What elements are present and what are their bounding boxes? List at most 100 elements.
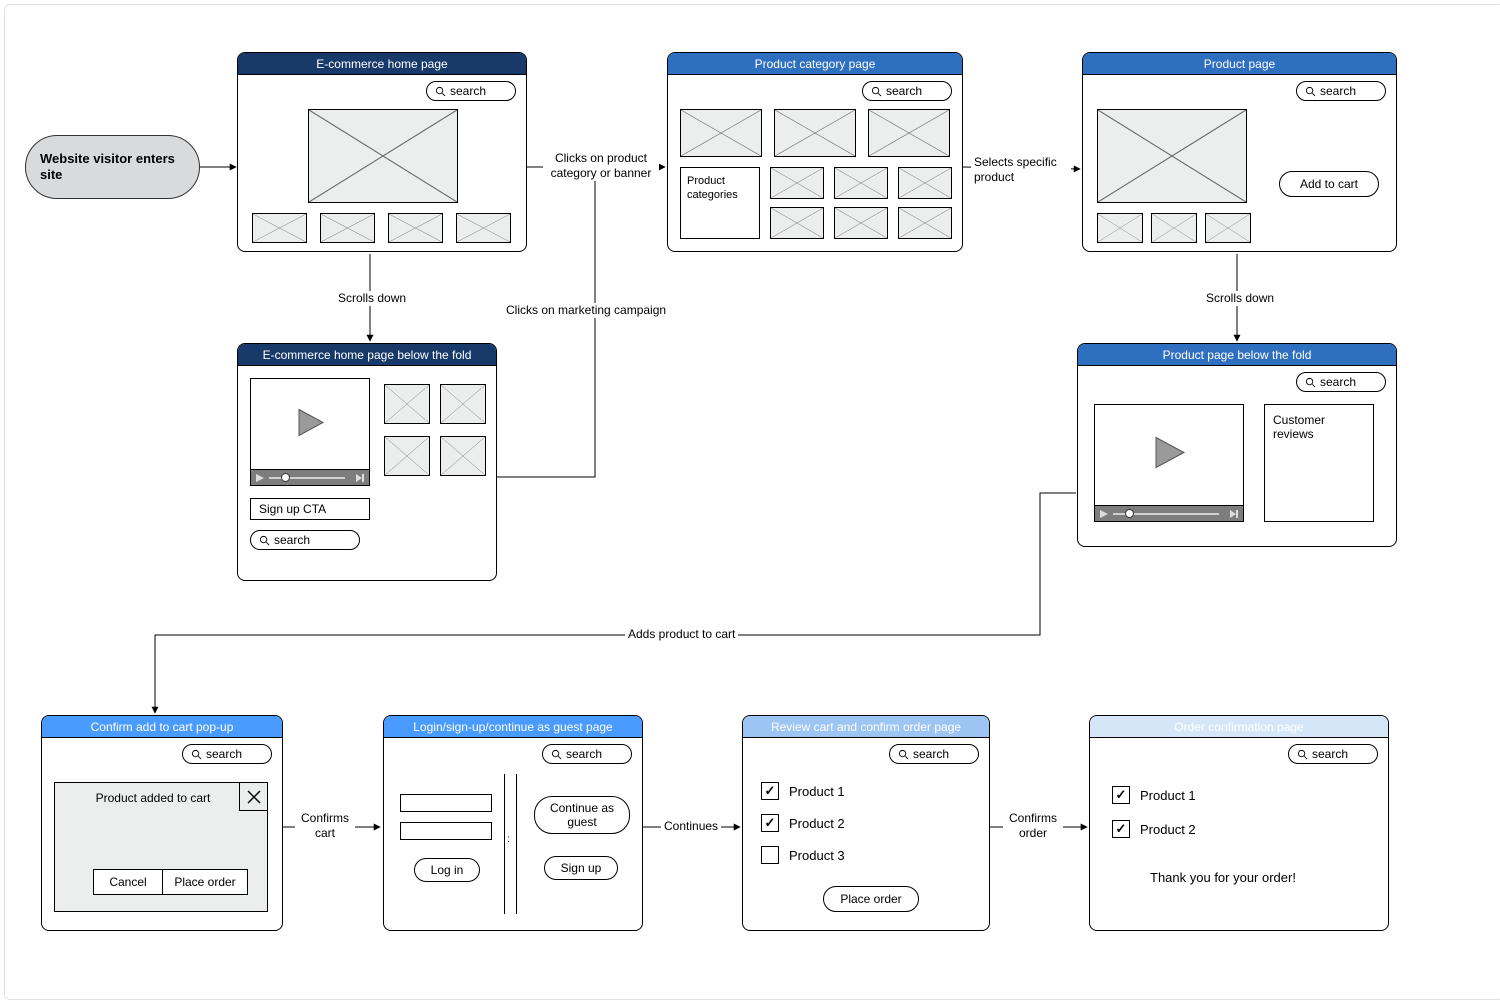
edge-label: Scrolls down xyxy=(335,291,409,306)
thumb xyxy=(868,109,950,157)
checkbox[interactable]: ✓ xyxy=(761,814,779,832)
review-item: Product 3 xyxy=(761,846,845,864)
thumb xyxy=(388,213,443,243)
username-field[interactable] xyxy=(400,794,492,812)
thumb xyxy=(252,213,307,243)
search-label: search xyxy=(886,84,922,98)
search-label: search xyxy=(1320,84,1356,98)
start-label: Website visitor enters site xyxy=(40,151,185,184)
search-field[interactable]: search xyxy=(889,744,979,764)
review-item: ✓ Product 2 xyxy=(761,814,845,832)
thumb xyxy=(770,167,824,199)
search-field[interactable]: search xyxy=(1296,372,1386,392)
frame-login: Login/sign-up/continue as guest page sea… xyxy=(383,715,643,931)
frame-product: Product page search Add to cart xyxy=(1082,52,1397,252)
search-icon xyxy=(1305,86,1316,97)
frame-home-below: E-commerce home page below the fold Sign… xyxy=(237,343,497,581)
video-player[interactable] xyxy=(250,378,370,486)
thumb xyxy=(1205,213,1251,243)
thumb xyxy=(770,207,824,239)
continue-guest-button[interactable]: Continue as guest xyxy=(534,796,630,834)
edge-label: Continues xyxy=(661,819,721,834)
search-icon xyxy=(191,749,202,760)
search-icon xyxy=(259,535,270,546)
start-node: Website visitor enters site xyxy=(25,135,200,199)
search-label: search xyxy=(206,747,242,761)
search-icon xyxy=(871,86,882,97)
edge-label: Clicks on product category or banner xyxy=(543,151,659,181)
edge-label: Selects specific product xyxy=(971,155,1071,185)
popup-text: Product added to cart xyxy=(93,791,213,805)
frame-title: Product category page xyxy=(668,53,962,75)
thumb xyxy=(834,207,888,239)
thumb xyxy=(774,109,856,157)
popup: Product added to cart Cancel Place order xyxy=(54,782,268,912)
login-button[interactable]: Log in xyxy=(414,858,480,882)
search-field[interactable]: search xyxy=(862,81,952,101)
thumb xyxy=(440,436,486,476)
place-order-button[interactable]: Place order xyxy=(823,886,919,912)
frame-title: Review cart and confirm order page xyxy=(743,716,989,738)
search-icon xyxy=(1297,749,1308,760)
search-label: search xyxy=(1320,375,1356,389)
thumb xyxy=(898,167,952,199)
frame-title: Login/sign-up/continue as guest page xyxy=(384,716,642,738)
checkbox[interactable]: ✓ xyxy=(761,782,779,800)
cancel-button[interactable]: Cancel xyxy=(93,869,163,895)
checkbox[interactable] xyxy=(761,846,779,864)
video-player[interactable] xyxy=(1094,404,1244,522)
checkbox-icon: ✓ xyxy=(1112,786,1130,804)
signup-cta[interactable]: Sign up CTA xyxy=(250,498,370,520)
play-icon xyxy=(1150,433,1188,474)
search-label: search xyxy=(566,747,602,761)
review-item: ✓ Product 1 xyxy=(761,782,845,800)
frame-product-below: Product page below the fold search Custo… xyxy=(1077,343,1397,547)
product-image xyxy=(1097,109,1247,203)
category-sidebar: Product categories xyxy=(680,167,760,239)
thumb xyxy=(384,384,430,424)
edge-label: Confirms cart xyxy=(295,811,355,841)
frame-title: Product page below the fold xyxy=(1078,344,1396,366)
frame-title: E-commerce home page below the fold xyxy=(238,344,496,366)
confirm-item: ✓ Product 1 xyxy=(1112,786,1196,804)
divider xyxy=(504,774,505,914)
add-to-cart-button[interactable]: Add to cart xyxy=(1279,171,1379,197)
thumb xyxy=(898,207,952,239)
frame-title: E-commerce home page xyxy=(238,53,526,75)
search-field[interactable]: search xyxy=(250,530,360,550)
search-label: search xyxy=(1312,747,1348,761)
frame-home: E-commerce home page search xyxy=(237,52,527,252)
thumb xyxy=(320,213,375,243)
search-field[interactable]: search xyxy=(1288,744,1378,764)
thumb xyxy=(680,109,762,157)
frame-title: Product page xyxy=(1083,53,1396,75)
confirm-item: ✓ Product 2 xyxy=(1112,820,1196,838)
close-button[interactable] xyxy=(239,783,267,811)
thank-you-text: Thank you for your order! xyxy=(1150,870,1296,885)
thumb xyxy=(384,436,430,476)
hero-image xyxy=(308,109,458,203)
frame-confirmation: Order confirmation page search ✓ Product… xyxy=(1089,715,1389,931)
frame-title: Confirm add to cart pop-up xyxy=(42,716,282,738)
search-field[interactable]: search xyxy=(182,744,272,764)
search-label: search xyxy=(450,84,486,98)
signup-button[interactable]: Sign up xyxy=(544,856,618,880)
search-label: search xyxy=(274,533,310,547)
thumb xyxy=(834,167,888,199)
password-field[interactable] xyxy=(400,822,492,840)
thumb xyxy=(1097,213,1143,243)
frame-category: Product category page search Product cat… xyxy=(667,52,963,252)
thumb xyxy=(440,384,486,424)
frame-title: Order confirmation page xyxy=(1090,716,1388,738)
search-field[interactable]: search xyxy=(1296,81,1386,101)
video-controls[interactable] xyxy=(1095,505,1243,521)
frame-review: Review cart and confirm order page searc… xyxy=(742,715,990,931)
thumb xyxy=(1151,213,1197,243)
search-icon xyxy=(898,749,909,760)
search-field[interactable]: search xyxy=(542,744,632,764)
search-icon xyxy=(1305,377,1316,388)
search-field[interactable]: search xyxy=(426,81,516,101)
place-order-button[interactable]: Place order xyxy=(162,869,248,895)
video-controls[interactable] xyxy=(251,469,369,485)
play-icon xyxy=(293,405,327,442)
